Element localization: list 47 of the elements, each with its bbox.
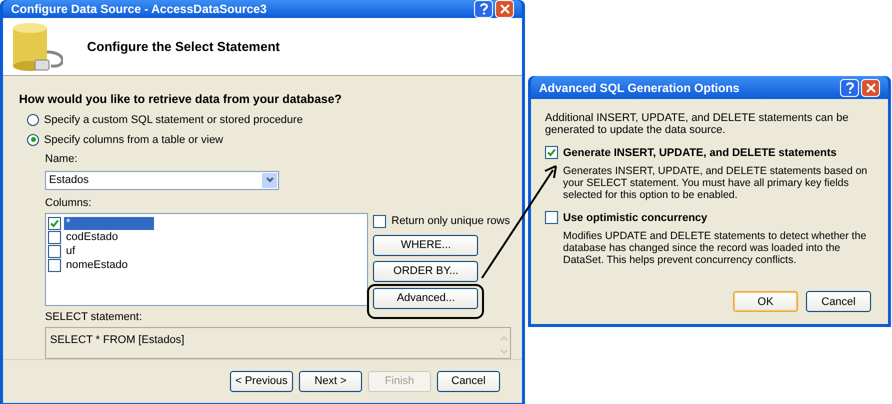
question-mark-icon bbox=[480, 3, 488, 15]
option-label: Use optimistic concurrency bbox=[563, 212, 708, 224]
checkbox[interactable] bbox=[48, 216, 61, 230]
close-icon bbox=[500, 4, 510, 14]
radio-label: Specify a custom SQL statement or stored procedure bbox=[44, 113, 303, 128]
intro-text: Additional INSERT, UPDATE, and DELETE statements can be generated to update the data source. bbox=[545, 112, 850, 136]
dialog-button[interactable]: Cancel bbox=[806, 291, 871, 312]
help-button[interactable] bbox=[840, 78, 859, 96]
nav-button[interactable]: Cancel bbox=[437, 371, 500, 392]
question-text: How would you like to retrieve data from your database? bbox=[19, 91, 343, 108]
column-item[interactable]: codEstado bbox=[64, 230, 120, 244]
name-dropdown[interactable]: Estados bbox=[45, 170, 279, 190]
columns-label: Columns: bbox=[45, 196, 92, 210]
option-description: Modifies UPDATE and DELETE statements to detect whether the database has changed since the record was loaded into the DataSet. This helps prevent concurrency conflicts. bbox=[562, 230, 868, 266]
checkbox[interactable] bbox=[545, 146, 558, 159]
option-button[interactable]: WHERE... bbox=[373, 234, 478, 256]
option-label: Generate INSERT, UPDATE, and DELETE statements bbox=[563, 146, 837, 158]
radio-label: Specify columns from a table or view bbox=[44, 132, 224, 148]
window-title: Configure Data Source - AccessDataSource3 bbox=[11, 1, 267, 18]
nav-button[interactable]: < Previous bbox=[230, 371, 293, 392]
window-title: Advanced SQL Generation Options bbox=[539, 80, 740, 96]
unique-rows-label: Return only unique rows bbox=[391, 214, 510, 229]
help-button[interactable] bbox=[474, 0, 493, 18]
checkbox[interactable] bbox=[48, 230, 61, 244]
dialog-button[interactable]: OK bbox=[733, 291, 798, 312]
close-button[interactable] bbox=[495, 0, 514, 18]
select-statement-label: SELECT statement: bbox=[45, 310, 144, 324]
advanced-button[interactable]: Advanced... bbox=[373, 288, 478, 308]
checkbox[interactable] bbox=[545, 211, 558, 224]
column-item[interactable]: * bbox=[64, 216, 154, 230]
option-button[interactable]: ORDER BY... bbox=[373, 260, 478, 282]
select-statement-text: SELECT * FROM [Estados] bbox=[50, 333, 184, 348]
option-description: Generates INSERT, UPDATE, and DELETE statements based on your SELECT statement. You must have all primary key fields selected for this option to be enabled. bbox=[562, 165, 868, 201]
nav-button[interactable]: Next > bbox=[299, 371, 362, 392]
column-item[interactable]: nomeEstado bbox=[64, 258, 130, 272]
close-button[interactable] bbox=[861, 78, 880, 96]
column-item[interactable]: uf bbox=[64, 244, 78, 258]
close-icon bbox=[866, 82, 876, 92]
checkbox[interactable] bbox=[48, 244, 61, 258]
header-title: Configure the Select Statement bbox=[87, 38, 280, 56]
name-label: Name: bbox=[45, 152, 78, 167]
checkbox[interactable] bbox=[48, 258, 61, 272]
checkbox[interactable] bbox=[373, 214, 386, 228]
database-plug-icon bbox=[11, 22, 63, 72]
radio-button[interactable] bbox=[27, 134, 39, 146]
radio-button[interactable] bbox=[27, 114, 39, 126]
question-mark-icon bbox=[846, 82, 854, 94]
